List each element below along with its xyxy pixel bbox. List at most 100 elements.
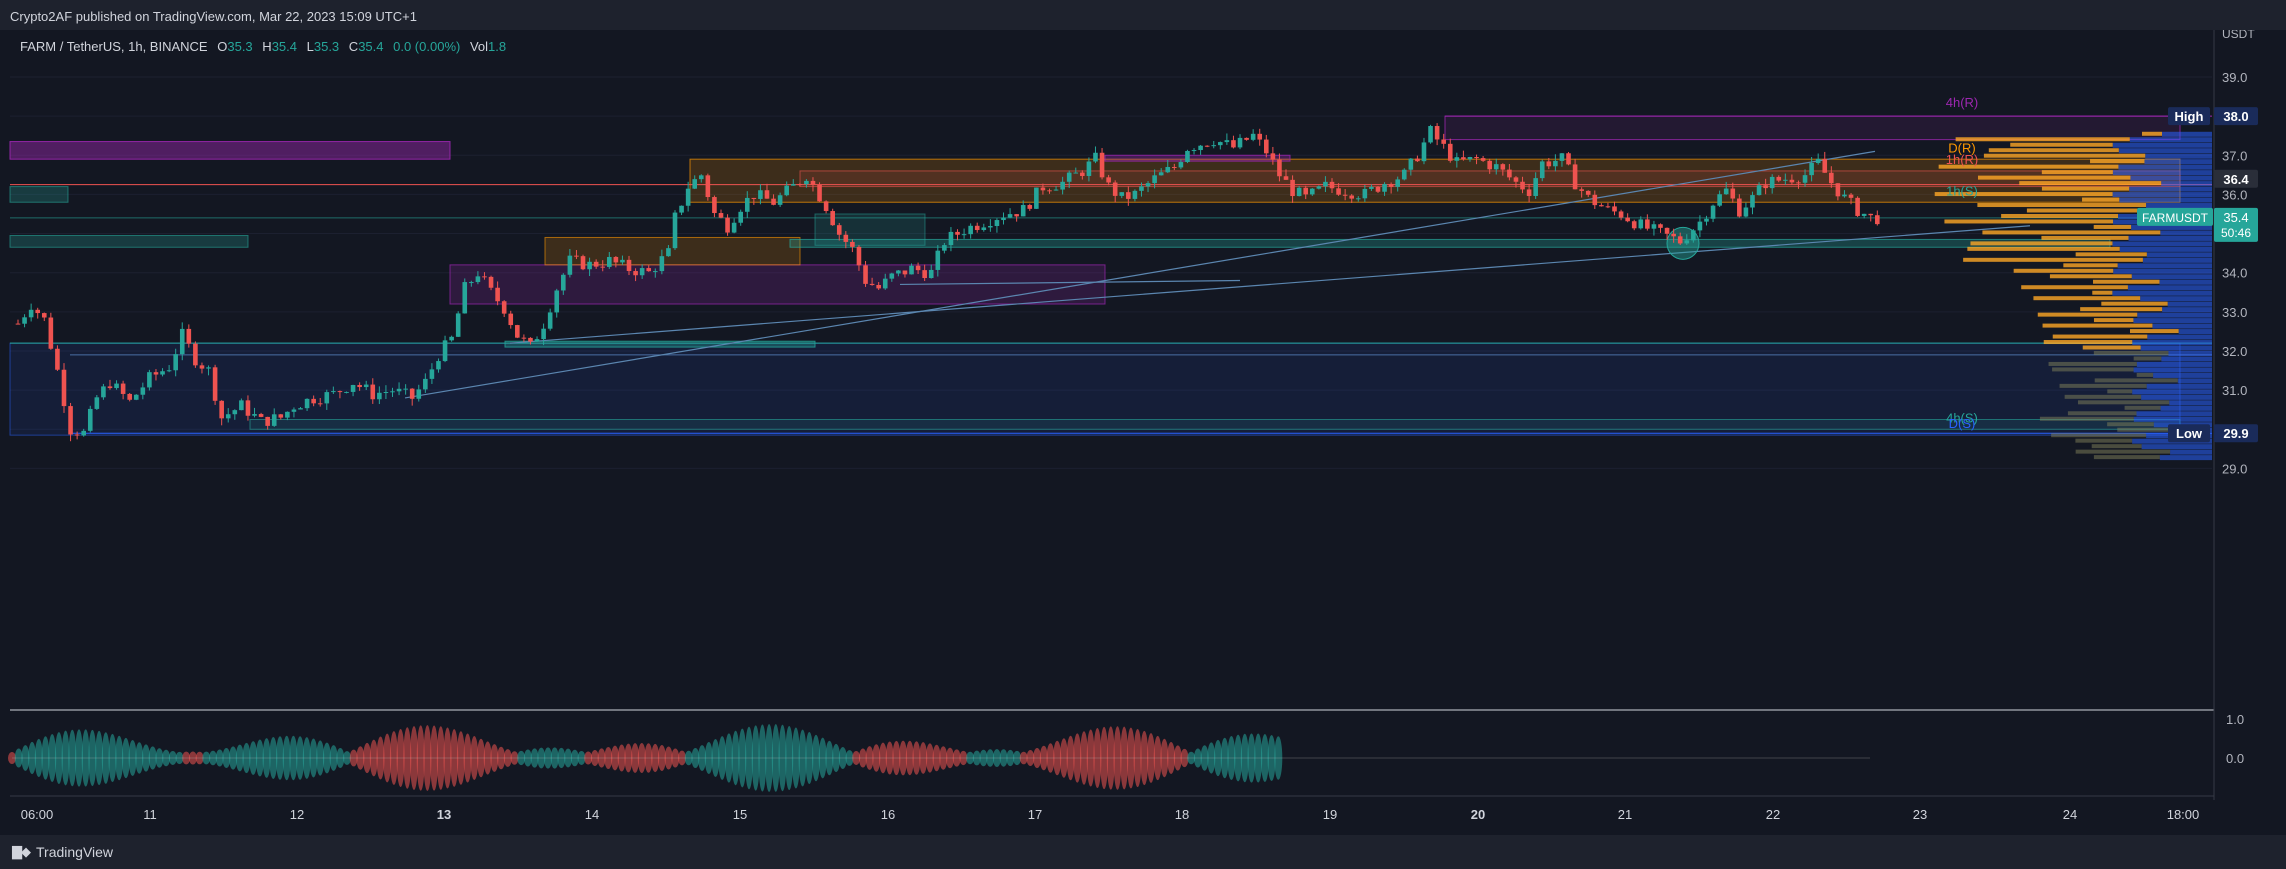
candle-body — [1539, 161, 1545, 179]
volume-bar — [2178, 329, 2212, 335]
time-tick-label: 20 — [1471, 807, 1485, 822]
volume-bar — [2146, 252, 2212, 258]
candle-body — [436, 361, 441, 370]
volume-bar — [1963, 257, 2143, 262]
candle-body — [1198, 145, 1203, 151]
time-tick-label: 18:00 — [2167, 807, 2200, 822]
candle-body — [896, 270, 901, 274]
legend-open: 35.3 — [227, 39, 253, 54]
last-price-label: 35.4 — [2223, 210, 2248, 225]
candle-body — [324, 392, 330, 404]
volume-bar — [2082, 197, 2120, 202]
candle-body — [1342, 194, 1348, 196]
candle-body — [1743, 207, 1749, 217]
volume-bar — [2129, 329, 2179, 334]
zone-label: D(S) — [1949, 416, 1976, 431]
high-badge-value: 38.0 — [2223, 109, 2248, 124]
volume-bar — [1955, 137, 2130, 142]
candle-body — [1132, 190, 1138, 199]
volume-bar — [2127, 285, 2212, 291]
volume-bar — [2093, 318, 2134, 323]
candle-body — [1513, 177, 1519, 182]
candle-body — [449, 336, 454, 341]
candle-body — [633, 271, 638, 276]
candle-body — [1158, 172, 1164, 176]
candle-body — [488, 276, 494, 288]
candle-body — [1638, 219, 1644, 229]
volume-bar — [2137, 312, 2212, 318]
volume-bar — [2001, 213, 2119, 218]
candle-body — [1349, 195, 1355, 199]
volume-bar — [2161, 356, 2212, 362]
volume-bar — [2093, 279, 2160, 284]
candle-body — [613, 256, 619, 263]
candle-body — [1710, 205, 1716, 219]
candle-body — [1112, 182, 1118, 196]
candle-body — [363, 384, 369, 388]
candle-body — [1099, 152, 1105, 178]
candle-body — [1185, 150, 1190, 163]
candle-body — [245, 400, 251, 416]
candle-body — [1664, 227, 1670, 234]
time-tick-label: 24 — [2063, 807, 2077, 822]
volume-bar — [2093, 455, 2160, 460]
symbol-legend[interactable]: FARM / TetherUS, 1h, BINANCE O35.3 H35.4… — [20, 39, 506, 54]
volume-bar — [2041, 235, 2129, 240]
time-tick-label: 22 — [1766, 807, 1780, 822]
volume-bar — [2041, 170, 2113, 175]
tradingview-brand: TradingView — [36, 844, 114, 860]
volume-bar — [2147, 334, 2212, 340]
candle-body — [390, 391, 395, 393]
candle-body — [1822, 158, 1828, 173]
tradingview-logo[interactable]: ▇◆ TradingView — [12, 844, 113, 860]
candle-body — [948, 231, 954, 246]
candle-body — [528, 337, 533, 342]
candle-body — [981, 227, 987, 231]
volume-bar — [2059, 383, 2147, 388]
candle-body — [1861, 213, 1867, 216]
candle-body — [81, 430, 86, 436]
candle-body — [1520, 181, 1525, 190]
candle-body — [1329, 181, 1335, 189]
candle-body — [1546, 161, 1552, 167]
candle-body — [718, 213, 724, 218]
candle-body — [751, 197, 757, 199]
zone-label: 1h(R) — [1946, 152, 1979, 167]
candle-body — [107, 386, 113, 389]
price-tick-label: 33.0 — [2222, 305, 2247, 320]
volume-bar — [2048, 361, 2137, 366]
candle-body — [1842, 194, 1847, 197]
volume-bar — [2136, 372, 2154, 377]
volume-bar — [2077, 400, 2170, 405]
candle-body — [1474, 156, 1479, 159]
low-badge-value: 29.9 — [2223, 426, 2248, 441]
candle-body — [1645, 219, 1650, 229]
price-tick-label: 34.0 — [2222, 266, 2247, 281]
volume-bar — [2140, 345, 2212, 351]
candle-body — [817, 184, 822, 202]
candle-body — [271, 414, 277, 426]
volume-bar — [2021, 285, 2128, 290]
volume-bar — [2052, 367, 2134, 372]
candle-body — [258, 414, 264, 417]
candle-body — [541, 328, 546, 340]
volume-bar — [2093, 224, 2132, 229]
candle-body — [212, 367, 218, 401]
candle-body — [1875, 215, 1880, 225]
volume-bar — [2039, 416, 2134, 421]
candle-body — [1270, 153, 1276, 160]
legend-symbol: FARM / TetherUS, 1h, BINANCE — [20, 39, 208, 54]
candle-body — [1612, 206, 1617, 212]
volume-bar — [2091, 444, 2142, 449]
level-badge: 36.4 — [2223, 172, 2249, 187]
volume-bar — [2141, 444, 2212, 450]
zone-purple-small — [1104, 154, 1291, 162]
candle-body — [232, 410, 238, 415]
price-chart[interactable]: 1.00.0 29.030.031.032.033.034.035.036.03… — [0, 30, 2286, 835]
volume-bar — [2124, 405, 2161, 410]
candle-body — [1697, 221, 1703, 231]
candle-body — [252, 414, 257, 416]
volume-bar — [2118, 148, 2212, 154]
zone-label: 1h(S) — [1946, 183, 1978, 198]
candle-body — [193, 343, 198, 366]
